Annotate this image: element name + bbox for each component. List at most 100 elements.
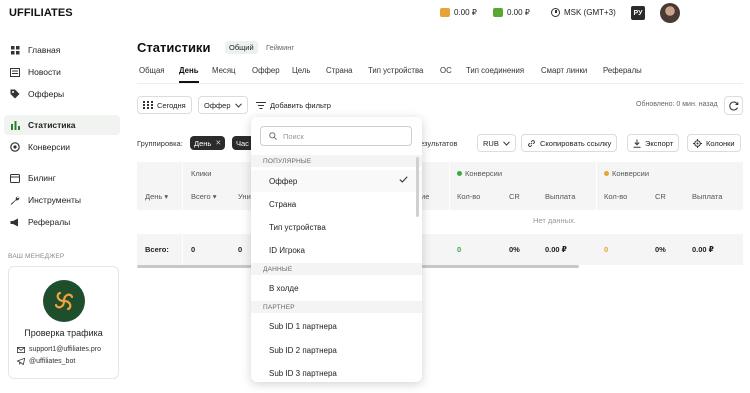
- option-label: Тип устройства: [269, 222, 326, 232]
- column-header-conv2-count[interactable]: Кол-во: [604, 192, 627, 201]
- tab-connection-type[interactable]: Тип соединения: [466, 66, 524, 75]
- logo[interactable]: UFFILIATES: [9, 7, 73, 19]
- user-avatar[interactable]: [660, 3, 680, 23]
- column-header-clicks-total[interactable]: Всего ▾: [191, 192, 217, 201]
- stats-table: День ▾ Клики Всего ▾ Уни ие Конверсии Ко…: [137, 162, 743, 272]
- tab-day[interactable]: День: [179, 66, 199, 83]
- tab-offer[interactable]: Оффер: [252, 66, 280, 75]
- grid-icon: [10, 45, 20, 55]
- tab-goal[interactable]: Цель: [292, 66, 310, 75]
- filter-option-on-hold[interactable]: В холде: [251, 277, 422, 299]
- balance-wallet-1[interactable]: 0.00 ₽: [440, 8, 477, 17]
- sidebar-item-label: Офферы: [28, 89, 65, 99]
- tab-country[interactable]: Страна: [326, 66, 353, 75]
- filter-dropdown: ПОПУЛЯРНЫЕ Оффер Страна Тип устройства I…: [251, 117, 422, 382]
- currency-select[interactable]: RUB: [477, 134, 516, 152]
- sidebar-item-label: Рефералы: [28, 217, 71, 227]
- option-label: Sub ID 3 партнера: [269, 368, 337, 378]
- column-header-day[interactable]: День ▾: [145, 192, 168, 201]
- segment-gaming[interactable]: Гейминг: [266, 43, 294, 52]
- chevron-down-icon: [235, 102, 242, 108]
- filter-option-sub-id-3[interactable]: Sub ID 3 партнера: [251, 362, 422, 382]
- total-clicks: 0: [191, 245, 196, 254]
- column-header-conv1-payout[interactable]: Выплата: [545, 192, 575, 201]
- sidebar-item-tools[interactable]: Инструменты: [4, 190, 120, 210]
- check-icon: [399, 176, 408, 183]
- sidebar-item-conversions[interactable]: Конверсии: [4, 137, 120, 157]
- filter-option-offer[interactable]: Оффер: [251, 170, 422, 192]
- manager-card: Проверка трафика support1@uffiliates.pro…: [8, 266, 119, 379]
- column-header-conv1-cr[interactable]: CR: [509, 192, 520, 201]
- dropdown-scrollbar[interactable]: [416, 157, 419, 217]
- filter-option-sub-id-1[interactable]: Sub ID 1 партнера: [251, 315, 422, 337]
- section-partner: ПАРТНЕР: [251, 301, 422, 313]
- sidebar-item-news[interactable]: Новости: [4, 62, 120, 82]
- grouping-chip-label: Час: [236, 138, 249, 148]
- offer-select-label: Оффер: [204, 100, 231, 110]
- billing-icon: [10, 173, 20, 183]
- sidebar-item-statistics[interactable]: Статистика: [4, 115, 120, 135]
- table-total-row: [137, 234, 743, 265]
- filter-option-country[interactable]: Страна: [251, 193, 422, 215]
- tab-month[interactable]: Месяц: [212, 66, 236, 75]
- option-label: Sub ID 1 партнера: [269, 321, 337, 331]
- conversions-1-label: Конверсии: [465, 169, 503, 178]
- balance-wallet-2[interactable]: 0.00 ₽: [493, 8, 530, 17]
- grouping-chip-day[interactable]: День ✕: [190, 136, 226, 150]
- copy-link-button[interactable]: Скопировать ссылку: [521, 134, 618, 152]
- columns-button[interactable]: Колонки: [687, 134, 741, 152]
- add-filter-button[interactable]: Добавить фильтр: [256, 101, 331, 110]
- column-header-conv2-payout[interactable]: Выплата: [692, 192, 722, 201]
- sidebar-item-billing[interactable]: Билинг: [4, 168, 120, 188]
- tab-smart-links[interactable]: Смарт линки: [541, 66, 587, 75]
- filter-icon: [256, 102, 266, 109]
- download-icon: [633, 139, 641, 148]
- language-switch[interactable]: РУ: [631, 6, 645, 20]
- manager-telegram[interactable]: @uffiliates_bot: [17, 358, 75, 365]
- sidebar-item-label: Новости: [28, 67, 61, 77]
- close-icon[interactable]: ✕: [215, 139, 221, 147]
- sidebar-item-offers[interactable]: Офферы: [4, 84, 120, 104]
- manager-email[interactable]: support1@uffiliates.pro: [17, 346, 101, 353]
- date-range-label: Сегодня: [157, 100, 186, 110]
- export-label: Экспорт: [645, 138, 674, 148]
- filter-option-sub-id-2[interactable]: Sub ID 2 партнера: [251, 339, 422, 361]
- search-icon: [269, 132, 277, 140]
- sidebar-item-referrals[interactable]: Рефералы: [4, 212, 120, 232]
- wallet-icon: [440, 8, 450, 17]
- column-header-clicks-unique[interactable]: Уни: [238, 192, 251, 201]
- results-per-page[interactable]: езультатов: [420, 139, 458, 148]
- tab-os[interactable]: ОС: [440, 66, 452, 75]
- refresh-button[interactable]: [724, 96, 743, 115]
- section-data: ДАННЫЕ: [251, 263, 422, 275]
- tab-referrals[interactable]: Рефералы: [603, 66, 642, 75]
- group-header-conversions-2: Конверсии: [604, 169, 649, 178]
- filter-search-field[interactable]: [260, 126, 412, 146]
- total-conv1-payout: 0.00 ₽: [545, 245, 567, 254]
- tab-general[interactable]: Общая: [139, 66, 165, 75]
- sidebar-item-label: Инструменты: [28, 195, 82, 205]
- refresh-icon: [728, 101, 738, 110]
- total-conv1-count: 0: [457, 245, 462, 254]
- tab-device-type[interactable]: Тип устройства: [368, 66, 423, 75]
- day-header-label: День: [145, 192, 163, 201]
- timezone-selector[interactable]: MSK (GMT+3): [551, 8, 616, 17]
- filter-option-device-type[interactable]: Тип устройства: [251, 216, 422, 238]
- export-button[interactable]: Экспорт: [627, 134, 680, 152]
- group-header-conversions-1: Конверсии: [457, 169, 502, 178]
- column-header-partial[interactable]: ие: [421, 192, 429, 201]
- segment-general[interactable]: Общий: [225, 41, 258, 54]
- offer-select[interactable]: Оффер: [198, 96, 248, 114]
- option-label: Страна: [269, 199, 297, 209]
- column-header-conv1-count[interactable]: Кол-во: [457, 192, 480, 201]
- filter-option-player-id[interactable]: ID Игрока: [251, 239, 422, 261]
- column-header-conv2-cr[interactable]: CR: [655, 192, 666, 201]
- filter-search-input[interactable]: [283, 131, 403, 141]
- date-range-button[interactable]: Сегодня: [137, 96, 192, 114]
- balance-1-value: 0.00 ₽: [454, 8, 477, 17]
- tabs-divider: [137, 83, 743, 84]
- manager-name: Проверка трафика: [24, 328, 103, 338]
- sidebar-item-home[interactable]: Главная: [4, 40, 120, 60]
- status-dot-green: [457, 171, 462, 176]
- news-icon: [10, 67, 20, 77]
